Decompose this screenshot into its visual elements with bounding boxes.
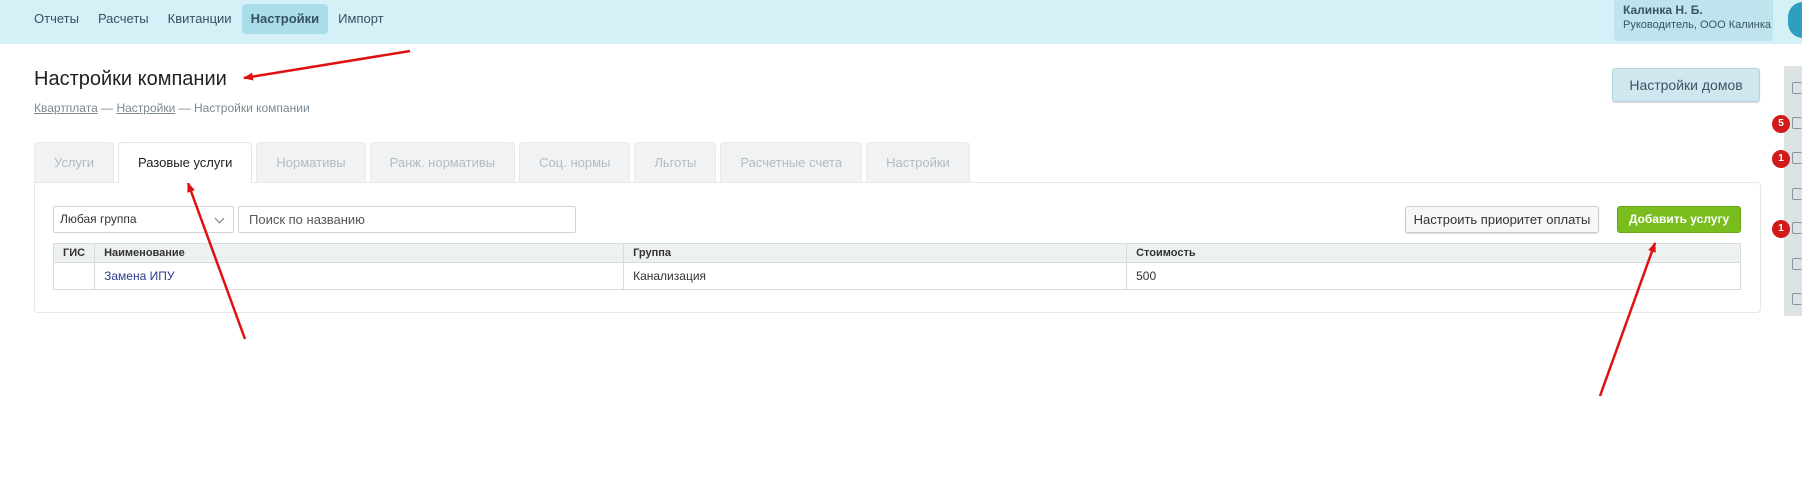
group-select-value: Любая группа — [60, 212, 137, 226]
page-title: Настройки компании — [34, 68, 227, 90]
cell-group: Канализация — [623, 262, 1128, 290]
settings-tabs: Услуги Разовые услуги Нормативы Ранж. но… — [34, 142, 974, 183]
chevron-down-icon — [214, 213, 225, 224]
column-header-group[interactable]: Группа — [623, 243, 1128, 263]
main-nav: Отчеты Расчеты Квитанции Настройки Импор… — [25, 4, 394, 34]
clipboard-icon[interactable] — [1792, 117, 1802, 129]
user-role: Руководитель, ООО Калинка — [1623, 19, 1772, 31]
user-menu[interactable]: Калинка Н. Б. Руководитель, ООО Калинка — [1614, 0, 1773, 41]
document-icon[interactable] — [1792, 222, 1802, 234]
tab-norms[interactable]: Нормативы — [256, 142, 366, 182]
add-service-button[interactable]: Добавить услугу — [1617, 206, 1741, 233]
cell-gis — [52, 262, 96, 290]
home-icon[interactable] — [1792, 188, 1802, 200]
column-header-name[interactable]: Наименование — [94, 243, 625, 263]
column-header-cost[interactable]: Стоимость — [1126, 243, 1741, 263]
gear-icon[interactable] — [1792, 258, 1802, 270]
table-header-row: ГИС Наименование Группа Стоимость — [52, 243, 1741, 263]
user-icon[interactable] — [1792, 82, 1802, 94]
notification-badge: 5 — [1772, 115, 1790, 133]
tab-accounts[interactable]: Расчетные счета — [720, 142, 863, 182]
tab-benefits[interactable]: Льготы — [634, 142, 717, 182]
user-name: Калинка Н. Б. — [1623, 3, 1703, 17]
tab-services[interactable]: Услуги — [34, 142, 114, 182]
breadcrumb-current: Настройки компании — [193, 101, 310, 115]
tab-social-norms[interactable]: Соц. нормы — [519, 142, 631, 182]
breadcrumb: Квартплата — Настройки — Настройки компа… — [34, 101, 310, 115]
nav-item-settings[interactable]: Настройки — [241, 4, 329, 34]
avatar[interactable] — [1788, 2, 1802, 38]
breadcrumb-separator: — — [175, 101, 194, 115]
breadcrumb-link-settings[interactable]: Настройки — [116, 101, 175, 115]
tab-settings[interactable]: Настройки — [866, 142, 970, 182]
service-link[interactable]: Замена ИПУ — [104, 269, 174, 283]
cell-cost: 500 — [1126, 262, 1741, 290]
breadcrumb-separator: — — [97, 101, 117, 115]
column-header-gis[interactable]: ГИС — [52, 243, 96, 263]
tab-one-time-services[interactable]: Разовые услуги — [117, 142, 253, 183]
cell-name: Замена ИПУ — [94, 262, 625, 290]
tab-ranked-norms[interactable]: Ранж. нормативы — [369, 142, 516, 182]
services-table: ГИС Наименование Группа Стоимость Замена… — [52, 243, 1741, 290]
group-select[interactable]: Любая группа — [53, 206, 234, 233]
breadcrumb-link-kvartplata[interactable]: Квартплата — [34, 101, 98, 115]
notification-badge: 1 — [1772, 150, 1790, 168]
annotation-arrow-title — [243, 49, 411, 81]
table-row: Замена ИПУ Канализация 500 — [52, 262, 1741, 290]
payment-priority-button[interactable]: Настроить приоритет оплаты — [1405, 206, 1599, 233]
nav-item-receipts[interactable]: Квитанции — [159, 4, 241, 34]
nav-item-reports[interactable]: Отчеты — [25, 4, 88, 34]
top-navigation-bar: Отчеты Расчеты Квитанции Настройки Импор… — [0, 0, 1802, 44]
nav-item-calculations[interactable]: Расчеты — [89, 4, 158, 34]
nav-item-import[interactable]: Импорт — [329, 4, 392, 34]
search-input[interactable] — [238, 206, 576, 233]
broadcast-icon[interactable] — [1792, 152, 1802, 164]
houses-settings-button[interactable]: Настройки домов — [1612, 68, 1760, 102]
notification-badge: 1 — [1772, 220, 1790, 238]
chat-icon[interactable] — [1792, 293, 1802, 305]
